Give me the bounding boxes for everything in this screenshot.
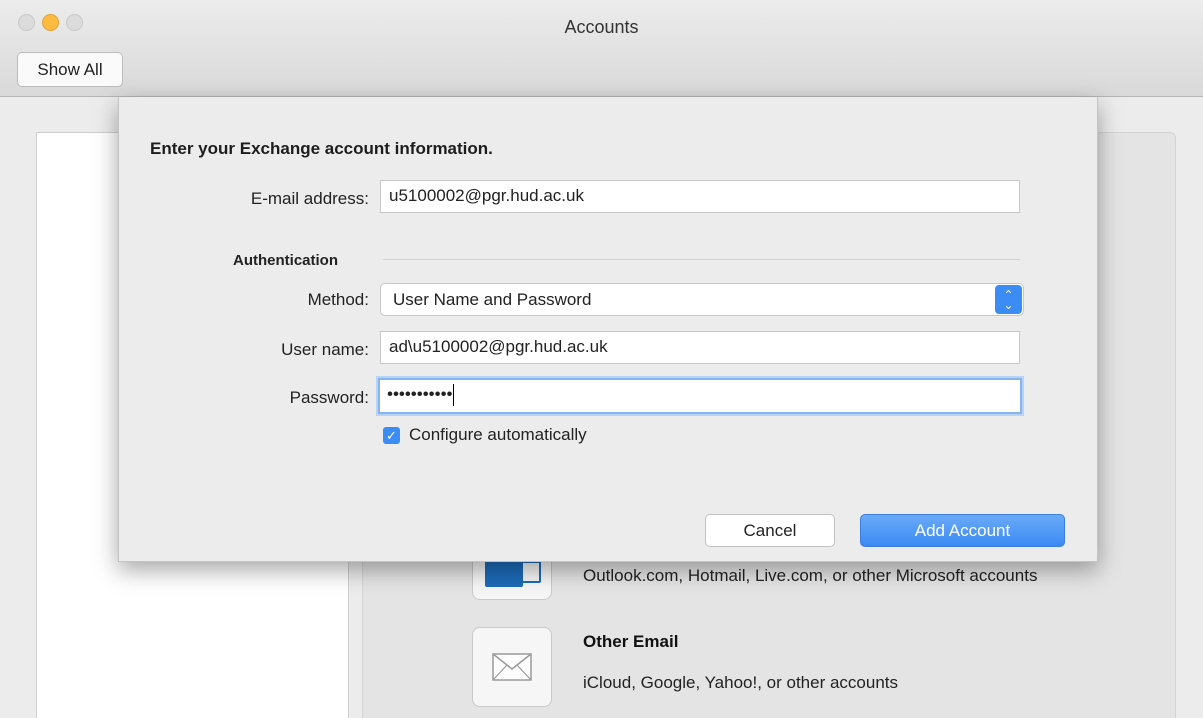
method-label: Method: [307, 290, 369, 309]
password-value: ••••••••••• [387, 384, 453, 404]
window-titlebar: Accounts Show All [0, 0, 1203, 97]
add-account-button[interactable]: Add Account [860, 514, 1065, 547]
configure-automatically-label[interactable]: Configure automatically [409, 425, 587, 445]
exchange-account-sheet: Enter your Exchange account information.… [118, 97, 1098, 562]
password-label: Password: [289, 388, 369, 407]
email-label: E-mail address: [250, 189, 369, 208]
show-all-button[interactable]: Show All [17, 52, 123, 87]
cancel-button[interactable]: Cancel [705, 514, 835, 547]
outlook-account-description: Outlook.com, Hotmail, Live.com, or other… [583, 566, 1038, 585]
envelope-icon [492, 653, 532, 681]
authentication-section-label: Authentication [233, 252, 338, 269]
checkmark-icon: ✓ [386, 427, 397, 443]
email-field[interactable]: u5100002@pgr.hud.ac.uk [380, 180, 1020, 213]
other-email-description: iCloud, Google, Yahoo!, or other account… [583, 673, 899, 692]
username-label: User name: [281, 340, 369, 359]
other-email-tile[interactable] [472, 627, 552, 707]
method-select-value: User Name and Password [393, 290, 592, 309]
outlook-icon-envelope [519, 561, 541, 583]
select-arrows-icon: ⌃ ⌄ [995, 285, 1022, 314]
password-field[interactable]: ••••••••••• [378, 378, 1022, 414]
method-select[interactable]: User Name and Password ⌃ ⌄ [380, 283, 1024, 316]
authentication-divider [383, 259, 1020, 260]
configure-automatically-checkbox[interactable]: ✓ [383, 427, 400, 444]
sheet-heading: Enter your Exchange account information. [150, 139, 493, 158]
text-cursor [453, 384, 455, 406]
other-email-title: Other Email [583, 632, 679, 651]
username-field[interactable]: ad\u5100002@pgr.hud.ac.uk [380, 331, 1020, 364]
window-title: Accounts [564, 17, 639, 37]
